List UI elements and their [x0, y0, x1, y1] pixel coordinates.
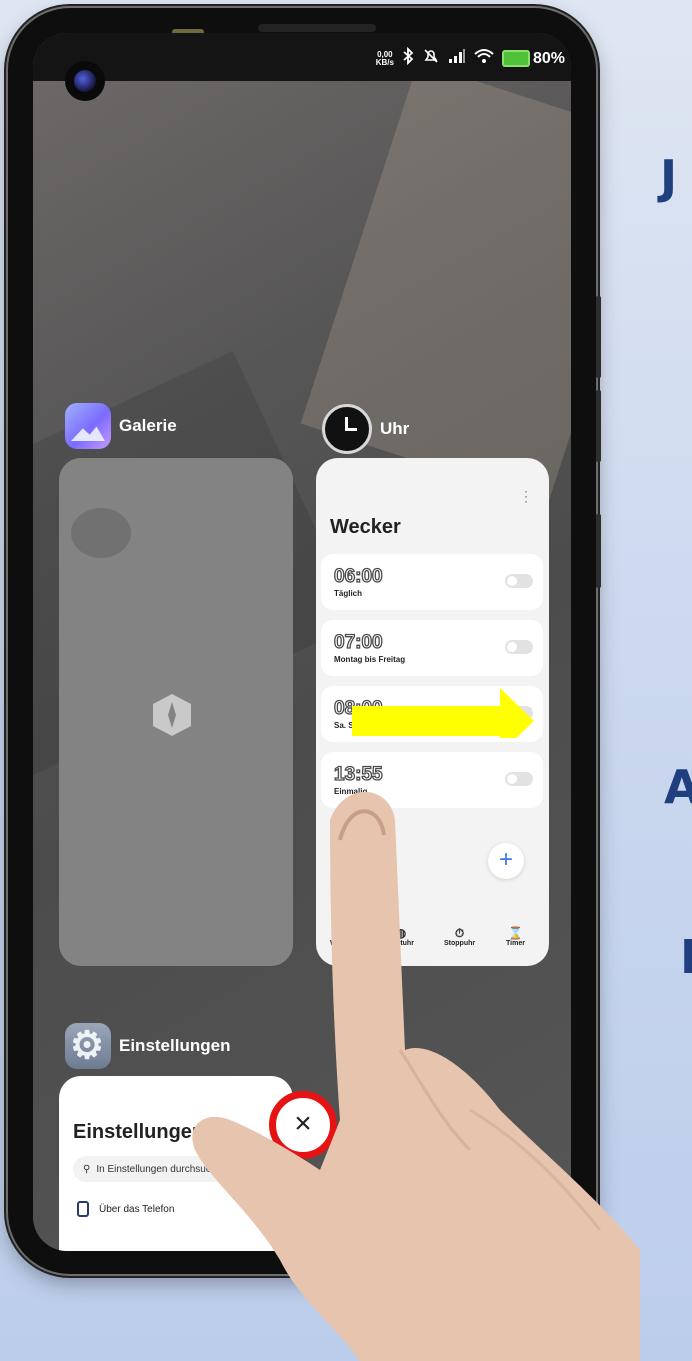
preview-blur	[71, 508, 131, 558]
recent-app-label-clock[interactable]: Uhr	[322, 404, 409, 454]
clock-nav-tab-stopwatch: ⏱ Stoppuhr	[444, 926, 475, 947]
gallery-label: Galerie	[119, 416, 177, 435]
clock-minute-hand	[345, 428, 357, 431]
alarm-repeat: Täglich	[334, 589, 363, 598]
clock-nav-tab-alarm: ⏰ Wecker	[330, 926, 355, 947]
more-options-icon: ⋮	[519, 488, 533, 504]
alarm-repeat: Einmalig	[334, 787, 368, 796]
recent-card-settings[interactable]: Einstellungen ⚲ In Einstellungen durchsu…	[59, 1076, 293, 1251]
clock-icon	[322, 404, 372, 454]
hourglass-icon: ⌛	[507, 926, 523, 940]
alarm-time: 07:00	[333, 631, 383, 653]
volume-down-button[interactable]	[596, 390, 601, 462]
earpiece	[258, 24, 376, 32]
swipe-right-arrow	[352, 688, 534, 738]
settings-list-item: Über das Telefon	[77, 1201, 174, 1217]
front-camera	[65, 61, 105, 101]
status-bar: 0,00 KB/s 80%	[33, 33, 571, 101]
alarm-item: 13:55 Einmalig	[321, 752, 543, 808]
side-text-fragment-1: J	[660, 150, 678, 204]
settings-label: Einstellungen	[119, 1036, 231, 1055]
bluetooth-icon	[402, 46, 414, 70]
settings-gear-icon	[65, 1023, 111, 1069]
wifi-icon	[474, 48, 494, 69]
alarm-toggle	[505, 640, 533, 654]
nav-tab-label: Timer	[506, 940, 525, 947]
close-all-apps-button[interactable]: ×	[269, 1091, 337, 1159]
phone-outline-icon	[77, 1201, 89, 1217]
alarm-time: 13:55	[333, 763, 383, 785]
settings-screen-title: Einstellungen	[73, 1121, 205, 1143]
nav-tab-label: Weltuhr	[388, 940, 414, 947]
app-placeholder-logo-icon	[153, 694, 191, 736]
recent-app-label-settings[interactable]: Einstellungen	[65, 1023, 230, 1069]
phone-screen: 0,00 KB/s 80% Galerie Uhr ⋮ Wecker 06:00…	[33, 33, 571, 1251]
signal-icon	[448, 48, 466, 69]
alarm-time: 06:00	[333, 565, 383, 587]
clock-screen-title: Wecker	[330, 516, 401, 538]
alarm-repeat: Montag bis Freitag	[334, 655, 406, 664]
nav-tab-label: Wecker	[330, 940, 355, 947]
recent-app-label-gallery[interactable]: Galerie	[65, 403, 177, 449]
alarm-toggle	[505, 772, 533, 786]
clock-nav-tab-worldclock: ◍ Weltuhr	[388, 926, 414, 947]
nav-tab-label: Stoppuhr	[444, 940, 476, 947]
side-text-fragment-2: A	[664, 760, 692, 814]
add-alarm-button: +	[488, 843, 524, 879]
globe-icon: ◍	[395, 926, 407, 940]
settings-search-field: ⚲ In Einstellungen durchsuchen	[73, 1156, 281, 1182]
gallery-icon	[65, 403, 111, 449]
battery-percent: 80%	[532, 49, 565, 67]
network-speed-unit: KB/s	[375, 57, 394, 67]
search-icon: ⚲	[83, 1163, 91, 1175]
battery-indicator: 80%	[501, 49, 565, 68]
network-speed: 0,00 KB/s	[375, 50, 394, 67]
settings-search-placeholder: In Einstellungen durchsuchen	[96, 1163, 228, 1175]
settings-item-label: Über das Telefon	[99, 1203, 175, 1215]
side-text-fragment-3: E	[680, 930, 692, 984]
alarm-toggle	[505, 574, 533, 588]
alarm-clock-icon: ⏰	[334, 926, 350, 940]
clock-label: Uhr	[380, 419, 410, 438]
mute-icon	[422, 47, 440, 70]
battery-charging-icon	[501, 50, 530, 67]
power-button[interactable]	[596, 514, 601, 588]
alarm-item: 07:00 Montag bis Freitag	[321, 620, 543, 676]
stopwatch-icon: ⏱	[454, 926, 465, 940]
status-icons: 0,00 KB/s 80%	[375, 46, 565, 70]
clock-nav-tab-timer: ⌛ Timer	[506, 926, 525, 947]
volume-up-button[interactable]	[596, 296, 601, 378]
recent-card-gallery[interactable]	[59, 458, 293, 966]
alarm-item: 06:00 Täglich	[321, 554, 543, 610]
